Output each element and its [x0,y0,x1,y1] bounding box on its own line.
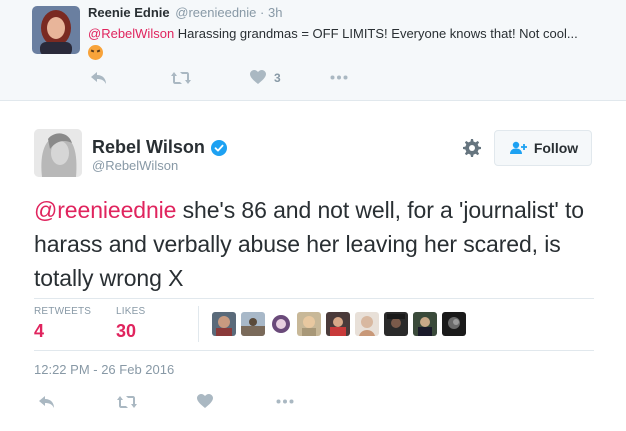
reply-text: @RebelWilson Harassing grandmas = OFF LI… [88,24,588,62]
more-icon[interactable] [276,399,294,404]
liker-avatar[interactable] [270,313,292,335]
main-avatar[interactable] [34,129,82,177]
reply-author-handle[interactable]: @reenieednie · 3h [175,5,282,20]
reply-header: Reenie Ednie @reenieednie · 3h [88,5,282,20]
tweet-text: @reenieednie she's 86 and not well, for … [34,193,594,295]
reply-like-count: 3 [274,70,281,85]
reply-avatar[interactable] [32,6,80,54]
liker-avatar[interactable] [297,312,321,336]
retweet-icon[interactable] [116,394,138,410]
reply-icon[interactable] [38,394,56,410]
reply-mention[interactable]: @RebelWilson [88,26,174,41]
gear-icon[interactable] [462,138,482,158]
tweet-timestamp[interactable]: 12:22 PM - 26 Feb 2016 [34,362,174,377]
heart-icon [250,70,266,84]
divider [34,298,594,299]
retweets-count: 4 [34,321,45,341]
liker-avatar[interactable] [212,312,236,336]
retweet-icon[interactable] [170,70,192,86]
retweets-stat[interactable]: RETWEETS 4 [34,306,91,342]
main-author-handle[interactable]: @RebelWilson [92,158,178,173]
liker-avatars [212,312,471,336]
follow-button[interactable]: Follow [494,130,592,166]
tweet-mention[interactable]: @reenieednie [34,197,176,223]
author-name-text[interactable]: Rebel Wilson [92,137,205,158]
likes-label: LIKES [116,306,146,317]
likes-stat[interactable]: LIKES 30 [116,306,145,342]
liker-avatar[interactable] [442,312,466,336]
more-icon[interactable] [330,75,348,80]
main-author-name[interactable]: Rebel Wilson [92,137,227,158]
verified-badge-icon [210,139,227,156]
reply-body: Harassing grandmas = OFF LIMITS! Everyon… [174,26,578,41]
heart-icon[interactable] [197,394,213,409]
divider [34,350,594,351]
angry-face-emoji-icon [88,45,103,60]
liker-avatar[interactable] [355,312,379,336]
likes-count: 30 [116,321,137,341]
retweets-label: RETWEETS [34,306,92,317]
liker-avatar[interactable] [241,312,265,336]
liker-avatar[interactable] [326,312,350,336]
liker-avatar[interactable] [384,312,408,336]
liker-avatar[interactable] [413,312,437,336]
reply-author-name[interactable]: Reenie Ednie [88,5,170,20]
follow-user-icon [509,141,527,154]
reply-icon[interactable] [90,70,108,86]
divider [198,306,199,342]
follow-label[interactable]: Follow [534,140,578,156]
reply-tweet: Reenie Ednie @reenieednie · 3h @RebelWil… [0,0,626,101]
like-action[interactable]: 3 [250,70,281,85]
